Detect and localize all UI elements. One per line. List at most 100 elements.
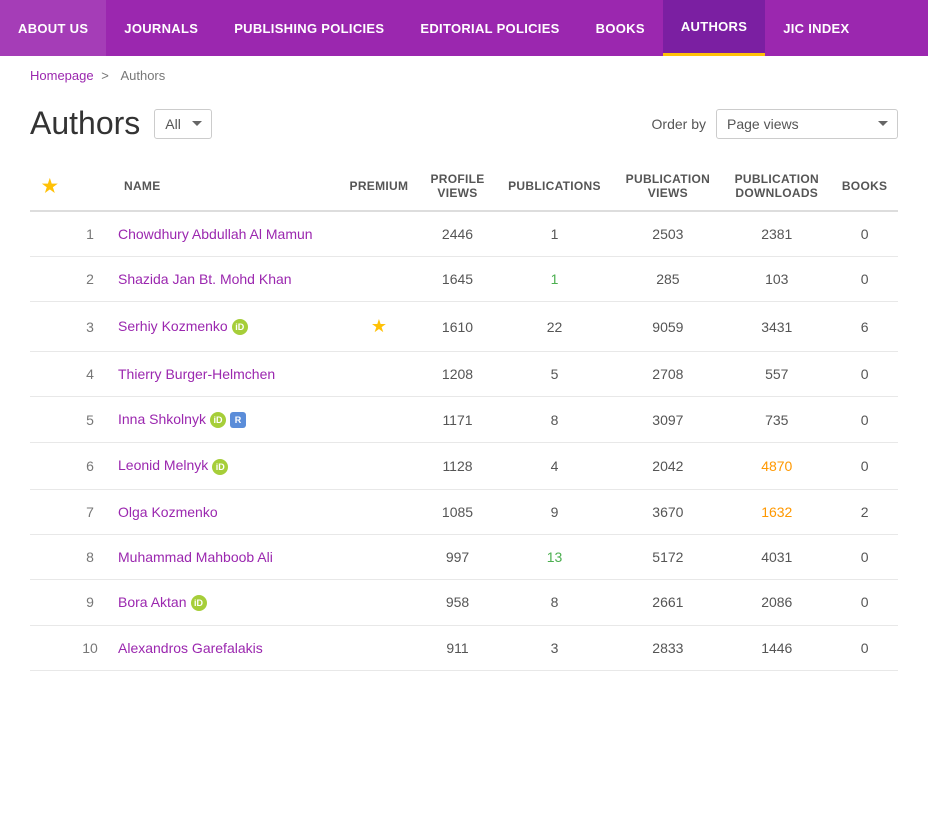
row-profile-views: 911 xyxy=(419,625,495,670)
row-books: 0 xyxy=(831,352,898,397)
row-premium xyxy=(338,443,419,489)
row-publications: 1 xyxy=(496,211,614,257)
row-publication-downloads: 557 xyxy=(722,352,831,397)
downloads-value: 1632 xyxy=(761,504,792,520)
row-profile-views: 1128 xyxy=(419,443,495,489)
publications-value: 1 xyxy=(551,271,559,287)
row-number: 10 xyxy=(70,625,110,670)
row-favorite-star[interactable] xyxy=(30,397,70,443)
page-header-left: Authors All xyxy=(30,105,212,142)
row-premium xyxy=(338,625,419,670)
row-profile-views: 1171 xyxy=(419,397,495,443)
publications-value: 13 xyxy=(547,549,563,565)
filter-select[interactable]: All xyxy=(154,109,212,139)
row-publication-views: 2042 xyxy=(613,443,722,489)
row-publication-downloads: 1446 xyxy=(722,625,831,670)
row-publications: 8 xyxy=(496,579,614,625)
col-num xyxy=(70,162,110,211)
author-link[interactable]: Serhiy Kozmenko xyxy=(118,318,228,334)
row-books: 0 xyxy=(831,625,898,670)
nav-item-about-us[interactable]: ABOUT US xyxy=(0,0,106,56)
row-publications: 5 xyxy=(496,352,614,397)
table-row: 10Alexandros Garefalakis9113283314460 xyxy=(30,625,898,670)
row-favorite-star[interactable] xyxy=(30,352,70,397)
row-author-name: Alexandros Garefalakis xyxy=(110,625,338,670)
nav-item-publishing-policies[interactable]: PUBLISHING POLICIES xyxy=(216,0,402,56)
row-favorite-star[interactable] xyxy=(30,534,70,579)
authors-table: ★ NAME PREMIUM PROFILEVIEWS PUBLICATIONS… xyxy=(30,162,898,671)
researchgate-badge[interactable]: R xyxy=(230,412,246,428)
author-link[interactable]: Thierry Burger-Helmchen xyxy=(118,366,275,382)
orcid-badge[interactable]: iD xyxy=(232,319,248,335)
orcid-badge[interactable]: iD xyxy=(210,412,226,428)
row-publication-downloads: 4870 xyxy=(722,443,831,489)
row-favorite-star[interactable] xyxy=(30,579,70,625)
row-profile-views: 1085 xyxy=(419,489,495,534)
col-publication-downloads: PUBLICATIONDOWNLOADS xyxy=(722,162,831,211)
row-publications: 13 xyxy=(496,534,614,579)
breadcrumb-home-link[interactable]: Homepage xyxy=(30,68,94,83)
row-number: 8 xyxy=(70,534,110,579)
author-link[interactable]: Leonid Melnyk xyxy=(118,457,208,473)
row-publication-views: 2503 xyxy=(613,211,722,257)
orcid-badge[interactable]: iD xyxy=(191,595,207,611)
orcid-badge[interactable]: iD xyxy=(212,459,228,475)
row-author-name: Leonid MelnykiD xyxy=(110,443,338,489)
breadcrumb: Homepage > Authors xyxy=(0,56,928,95)
row-author-name: Shazida Jan Bt. Mohd Khan xyxy=(110,257,338,302)
row-favorite-star[interactable] xyxy=(30,625,70,670)
row-publications: 1 xyxy=(496,257,614,302)
row-publication-views: 3097 xyxy=(613,397,722,443)
author-link[interactable]: Alexandros Garefalakis xyxy=(118,640,263,656)
col-premium: PREMIUM xyxy=(338,162,419,211)
page-header: Authors All Order by Page views Publicat… xyxy=(30,105,898,142)
nav-item-journals[interactable]: JOURNALS xyxy=(106,0,216,56)
nav-item-editorial-policies[interactable]: EDITORIAL POLICIES xyxy=(402,0,577,56)
row-publication-downloads: 3431 xyxy=(722,302,831,352)
row-favorite-star[interactable] xyxy=(30,443,70,489)
row-publication-views: 285 xyxy=(613,257,722,302)
row-number: 9 xyxy=(70,579,110,625)
row-publication-downloads: 1632 xyxy=(722,489,831,534)
row-author-name: Serhiy KozmenkoiD xyxy=(110,302,338,352)
row-publication-downloads: 2086 xyxy=(722,579,831,625)
row-publications: 9 xyxy=(496,489,614,534)
row-favorite-star[interactable] xyxy=(30,211,70,257)
row-favorite-star[interactable] xyxy=(30,257,70,302)
star-header-icon: ★ xyxy=(42,176,58,196)
row-publication-downloads: 2381 xyxy=(722,211,831,257)
author-link[interactable]: Shazida Jan Bt. Mohd Khan xyxy=(118,271,292,287)
table-row: 3Serhiy KozmenkoiD★161022905934316 xyxy=(30,302,898,352)
row-favorite-star[interactable] xyxy=(30,302,70,352)
row-favorite-star[interactable] xyxy=(30,489,70,534)
row-number: 7 xyxy=(70,489,110,534)
author-link[interactable]: Bora Aktan xyxy=(118,594,187,610)
row-publication-downloads: 4031 xyxy=(722,534,831,579)
order-label: Order by xyxy=(652,116,706,132)
nav-item-jic-index[interactable]: JIC INDEX xyxy=(765,0,867,56)
row-number: 3 xyxy=(70,302,110,352)
row-books: 0 xyxy=(831,579,898,625)
row-publications: 8 xyxy=(496,397,614,443)
author-link[interactable]: Olga Kozmenko xyxy=(118,504,218,520)
row-publication-views: 3670 xyxy=(613,489,722,534)
author-link[interactable]: Muhammad Mahboob Ali xyxy=(118,549,273,565)
row-author-name: Muhammad Mahboob Ali xyxy=(110,534,338,579)
row-number: 6 xyxy=(70,443,110,489)
nav-item-books[interactable]: BOOKS xyxy=(578,0,663,56)
row-publication-downloads: 735 xyxy=(722,397,831,443)
col-books: BOOKS xyxy=(831,162,898,211)
downloads-value: 4870 xyxy=(761,458,792,474)
row-books: 6 xyxy=(831,302,898,352)
nav-item-authors[interactable]: AUTHORS xyxy=(663,0,765,56)
breadcrumb-separator: > xyxy=(101,68,109,83)
main-nav: ABOUT USJOURNALSPUBLISHING POLICIESEDITO… xyxy=(0,0,928,56)
row-publications: 4 xyxy=(496,443,614,489)
row-publication-views: 5172 xyxy=(613,534,722,579)
order-select[interactable]: Page views Publications Publication view… xyxy=(716,109,898,139)
row-premium xyxy=(338,579,419,625)
row-publications: 3 xyxy=(496,625,614,670)
row-books: 0 xyxy=(831,257,898,302)
author-link[interactable]: Chowdhury Abdullah Al Mamun xyxy=(118,226,313,242)
author-link[interactable]: Inna Shkolnyk xyxy=(118,411,206,427)
